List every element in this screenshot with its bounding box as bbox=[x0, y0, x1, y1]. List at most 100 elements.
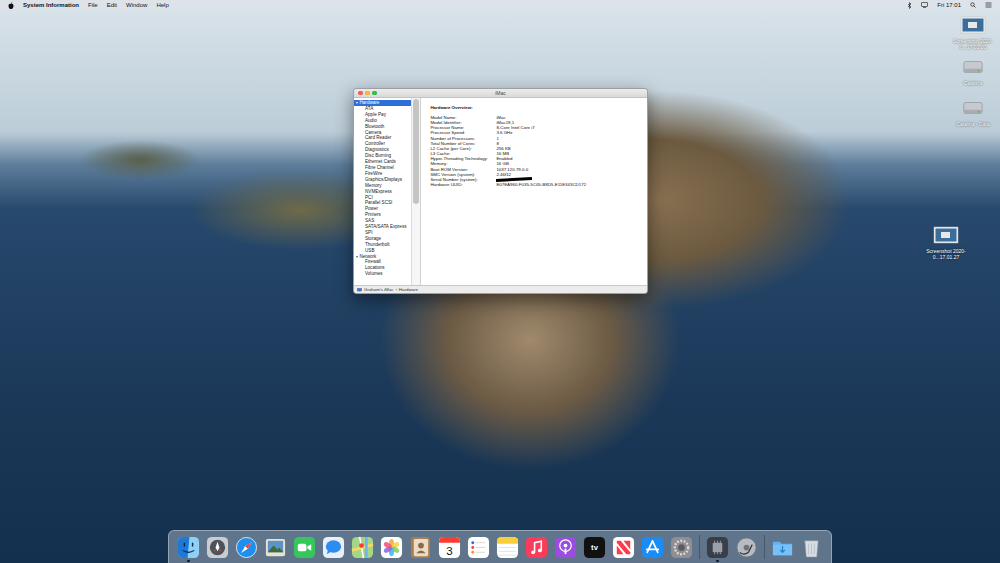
dock-item[interactable]: 3 bbox=[438, 531, 461, 563]
downloads-icon[interactable] bbox=[771, 536, 794, 559]
sidebar-item[interactable]: Storage bbox=[354, 236, 411, 242]
disclosure-icon[interactable] bbox=[356, 102, 358, 104]
sidebar-item[interactable]: PCI bbox=[354, 195, 411, 201]
dock-item[interactable] bbox=[409, 531, 432, 563]
dock-item[interactable] bbox=[380, 531, 403, 563]
sysprefs-icon[interactable] bbox=[670, 536, 693, 559]
dock-item[interactable] bbox=[177, 531, 200, 563]
scroll-thumb[interactable] bbox=[413, 99, 419, 204]
app-menu[interactable]: System Information bbox=[23, 0, 79, 10]
menu-item[interactable]: File bbox=[88, 0, 98, 10]
sidebar-item[interactable]: Camera bbox=[354, 130, 411, 136]
sidebar-item[interactable]: Parallel SCSI bbox=[354, 200, 411, 206]
news-icon[interactable] bbox=[612, 536, 635, 559]
desktop-icon[interactable]: Catalina bbox=[949, 56, 997, 86]
sidebar-item[interactable]: Bluetooth bbox=[354, 124, 411, 130]
disk-icon[interactable] bbox=[962, 97, 984, 119]
calendar-icon[interactable]: 3 bbox=[438, 536, 461, 559]
desktop-icon[interactable]: Screenshot 2020-0...17.01.00 bbox=[949, 14, 997, 50]
music-icon[interactable] bbox=[525, 536, 548, 559]
menu-item[interactable]: Help bbox=[156, 0, 168, 10]
minimize-button[interactable] bbox=[365, 91, 370, 96]
messages-icon[interactable] bbox=[322, 536, 345, 559]
reminders-icon[interactable] bbox=[467, 536, 490, 559]
trash-icon[interactable] bbox=[800, 536, 823, 559]
finder-icon[interactable] bbox=[177, 536, 200, 559]
tv-icon[interactable]: tv bbox=[583, 536, 606, 559]
display-icon[interactable] bbox=[921, 2, 928, 8]
notes-icon[interactable] bbox=[496, 536, 519, 559]
sidebar-item[interactable]: Volumes bbox=[354, 271, 411, 277]
sysinfo-icon[interactable] bbox=[706, 536, 729, 559]
sidebar-item[interactable]: Printers bbox=[354, 212, 411, 218]
sidebar-item[interactable]: Thunderbolt bbox=[354, 242, 411, 248]
sidebar-item[interactable]: SATA/SATA Express bbox=[354, 224, 411, 230]
safari-icon[interactable] bbox=[235, 536, 258, 559]
sidebar-item[interactable]: Graphics/Displays bbox=[354, 177, 411, 183]
sidebar-section[interactable]: Hardware bbox=[354, 100, 411, 106]
sidebar-item[interactable]: ATA bbox=[354, 106, 411, 112]
system-information-window[interactable]: iMacHardwareATAApple PayAudioBluetoothCa… bbox=[353, 88, 648, 294]
dock-item[interactable] bbox=[612, 531, 635, 563]
screenshot-icon[interactable] bbox=[933, 224, 959, 246]
sidebar-scrollbar[interactable] bbox=[411, 98, 420, 285]
dock-item[interactable] bbox=[264, 531, 287, 563]
sidebar-item[interactable]: Firewall bbox=[354, 259, 411, 265]
sidebar-item[interactable]: NVMExpress bbox=[354, 189, 411, 195]
sidebar-item[interactable]: Audio bbox=[354, 118, 411, 124]
path-item[interactable]: Graham's iMac bbox=[364, 287, 393, 292]
dock-item[interactable] bbox=[641, 531, 664, 563]
close-button[interactable] bbox=[358, 91, 363, 96]
diskutility-icon[interactable] bbox=[735, 536, 758, 559]
sidebar-item[interactable]: SAS bbox=[354, 218, 411, 224]
apple-logo-icon[interactable] bbox=[8, 2, 14, 9]
clock[interactable]: Fri 17:01 bbox=[937, 0, 961, 10]
dock-item[interactable]: tv bbox=[583, 531, 606, 563]
dock-item[interactable] bbox=[670, 531, 693, 563]
search-icon[interactable] bbox=[970, 2, 976, 8]
appstore-icon[interactable] bbox=[641, 536, 664, 559]
preview-icon[interactable] bbox=[264, 536, 287, 559]
dock-item[interactable] bbox=[496, 531, 519, 563]
dock-item[interactable] bbox=[525, 531, 548, 563]
dock-item[interactable] bbox=[771, 531, 794, 563]
sidebar-item[interactable]: Disc Burning bbox=[354, 153, 411, 159]
sidebar-item[interactable]: USB bbox=[354, 248, 411, 254]
launchpad-icon[interactable] bbox=[206, 536, 229, 559]
dock-item[interactable] bbox=[351, 531, 374, 563]
dock-item[interactable] bbox=[235, 531, 258, 563]
sidebar-item[interactable]: Controller bbox=[354, 141, 411, 147]
disclosure-icon[interactable] bbox=[356, 256, 358, 258]
disk-icon[interactable] bbox=[962, 56, 984, 78]
sidebar-item[interactable]: Apple Pay bbox=[354, 112, 411, 118]
dock-item[interactable] bbox=[322, 531, 345, 563]
podcasts-icon[interactable] bbox=[554, 536, 577, 559]
sidebar-section[interactable]: Network bbox=[354, 254, 411, 260]
sidebar-item[interactable]: Fibre Channel bbox=[354, 165, 411, 171]
path-item[interactable]: Hardware bbox=[399, 287, 418, 292]
sidebar-item[interactable]: SPI bbox=[354, 230, 411, 236]
sidebar-item[interactable]: Diagnostics bbox=[354, 147, 411, 153]
menu-item[interactable]: Window bbox=[126, 0, 147, 10]
sidebar-item[interactable]: Card Reader bbox=[354, 135, 411, 141]
zoom-button[interactable] bbox=[372, 91, 377, 96]
desktop-icon[interactable]: Catalina - Data bbox=[949, 97, 997, 127]
sidebar-item[interactable]: Ethernet Cards bbox=[354, 159, 411, 165]
sidebar-item[interactable]: Locations bbox=[354, 265, 411, 271]
desktop-icon[interactable]: Screenshot 2020-0...17.01.27 bbox=[922, 224, 970, 260]
sidebar-item[interactable]: Memory bbox=[354, 183, 411, 189]
contacts-icon[interactable] bbox=[409, 536, 432, 559]
dock-item[interactable] bbox=[293, 531, 316, 563]
dock-item[interactable] bbox=[554, 531, 577, 563]
sidebar-item[interactable]: FireWire bbox=[354, 171, 411, 177]
screenshot-icon[interactable] bbox=[960, 14, 986, 36]
notification-center-icon[interactable] bbox=[985, 2, 992, 8]
menu-item[interactable]: Edit bbox=[107, 0, 117, 10]
maps-icon[interactable] bbox=[351, 536, 374, 559]
sidebar-item[interactable]: Power bbox=[354, 206, 411, 212]
dock-item[interactable] bbox=[467, 531, 490, 563]
facetime-icon[interactable] bbox=[293, 536, 316, 559]
dock-item[interactable] bbox=[706, 531, 729, 563]
bluetooth-icon[interactable] bbox=[907, 2, 912, 9]
photos-icon[interactable] bbox=[380, 536, 403, 559]
